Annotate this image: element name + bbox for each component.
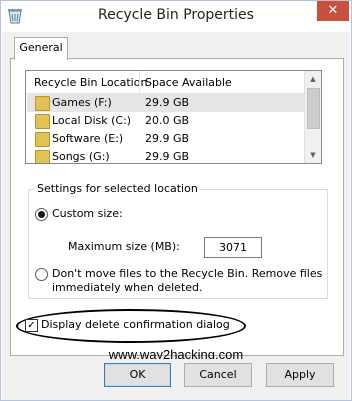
scrollbar-thumb[interactable] (307, 88, 320, 129)
location-list[interactable]: Recycle Bin Location Space Available Gam… (25, 70, 322, 164)
list-item[interactable]: Local Disk (C:) 20.0 GB (27, 112, 305, 130)
radio-selected-dot (38, 211, 45, 218)
column-header-location[interactable]: Recycle Bin Location (34, 76, 147, 89)
drive-name: Games (F:) (52, 96, 112, 109)
custom-size-radio[interactable] (35, 208, 48, 221)
drive-space: 29.9 GB (145, 96, 190, 109)
scroll-up-icon[interactable]: ▲ (305, 71, 321, 87)
dont-move-label[interactable]: Don't move files to the Recycle Bin. Rem… (52, 267, 322, 280)
client-area: General Recycle Bin Location Space Avail… (2, 32, 350, 362)
drive-name: Local Disk (C:) (52, 114, 132, 127)
dont-move-radio[interactable] (35, 268, 48, 281)
vertical-scrollbar[interactable]: ▲ ▼ (304, 71, 321, 163)
column-divider (139, 71, 140, 93)
custom-size-label[interactable]: Custom size: (52, 207, 123, 220)
title-bar[interactable]: Recycle Bin Properties ✕ (1, 1, 351, 32)
list-header: Recycle Bin Location Space Available (26, 71, 305, 94)
cancel-button[interactable]: Cancel (184, 363, 252, 387)
scroll-down-icon[interactable]: ▼ (305, 147, 321, 163)
confirm-label[interactable]: Display delete confirmation dialog (41, 318, 230, 331)
max-size-input[interactable]: 3071 (204, 237, 262, 258)
close-icon: ✕ (327, 3, 339, 18)
close-button[interactable]: ✕ (317, 1, 349, 21)
drive-space: 20.0 GB (145, 114, 190, 127)
checkmark-icon: ✓ (27, 320, 36, 331)
drive-folder-icon (35, 150, 50, 163)
drive-folder-icon (35, 132, 50, 147)
list-item[interactable]: Software (E:) 29.9 GB (27, 130, 305, 148)
window-title: Recycle Bin Properties (98, 7, 254, 23)
tab-general[interactable]: General (14, 37, 68, 60)
apply-button[interactable]: Apply (266, 363, 334, 387)
drive-folder-icon (35, 114, 50, 129)
ok-button[interactable]: OK (104, 363, 171, 387)
drive-folder-icon (35, 96, 50, 111)
properties-window: Recycle Bin Properties ✕ General Recycle… (0, 0, 352, 401)
column-header-space[interactable]: Space Available (145, 76, 232, 89)
max-size-label: Maximum size (MB): (68, 240, 180, 253)
settings-group-label: Settings for selected location (35, 182, 200, 195)
dont-move-label-continued[interactable]: immediately when deleted. (52, 281, 203, 294)
drive-space: 29.9 GB (145, 150, 190, 163)
drive-space: 29.9 GB (145, 132, 190, 145)
drive-name: Software (E:) (52, 132, 124, 145)
list-item[interactable]: Songs (G:) 29.9 GB (27, 148, 305, 163)
list-item[interactable]: Games (F:) 29.9 GB (27, 94, 305, 112)
drive-name: Songs (G:) (52, 150, 110, 163)
confirm-checkbox[interactable]: ✓ (25, 319, 38, 332)
